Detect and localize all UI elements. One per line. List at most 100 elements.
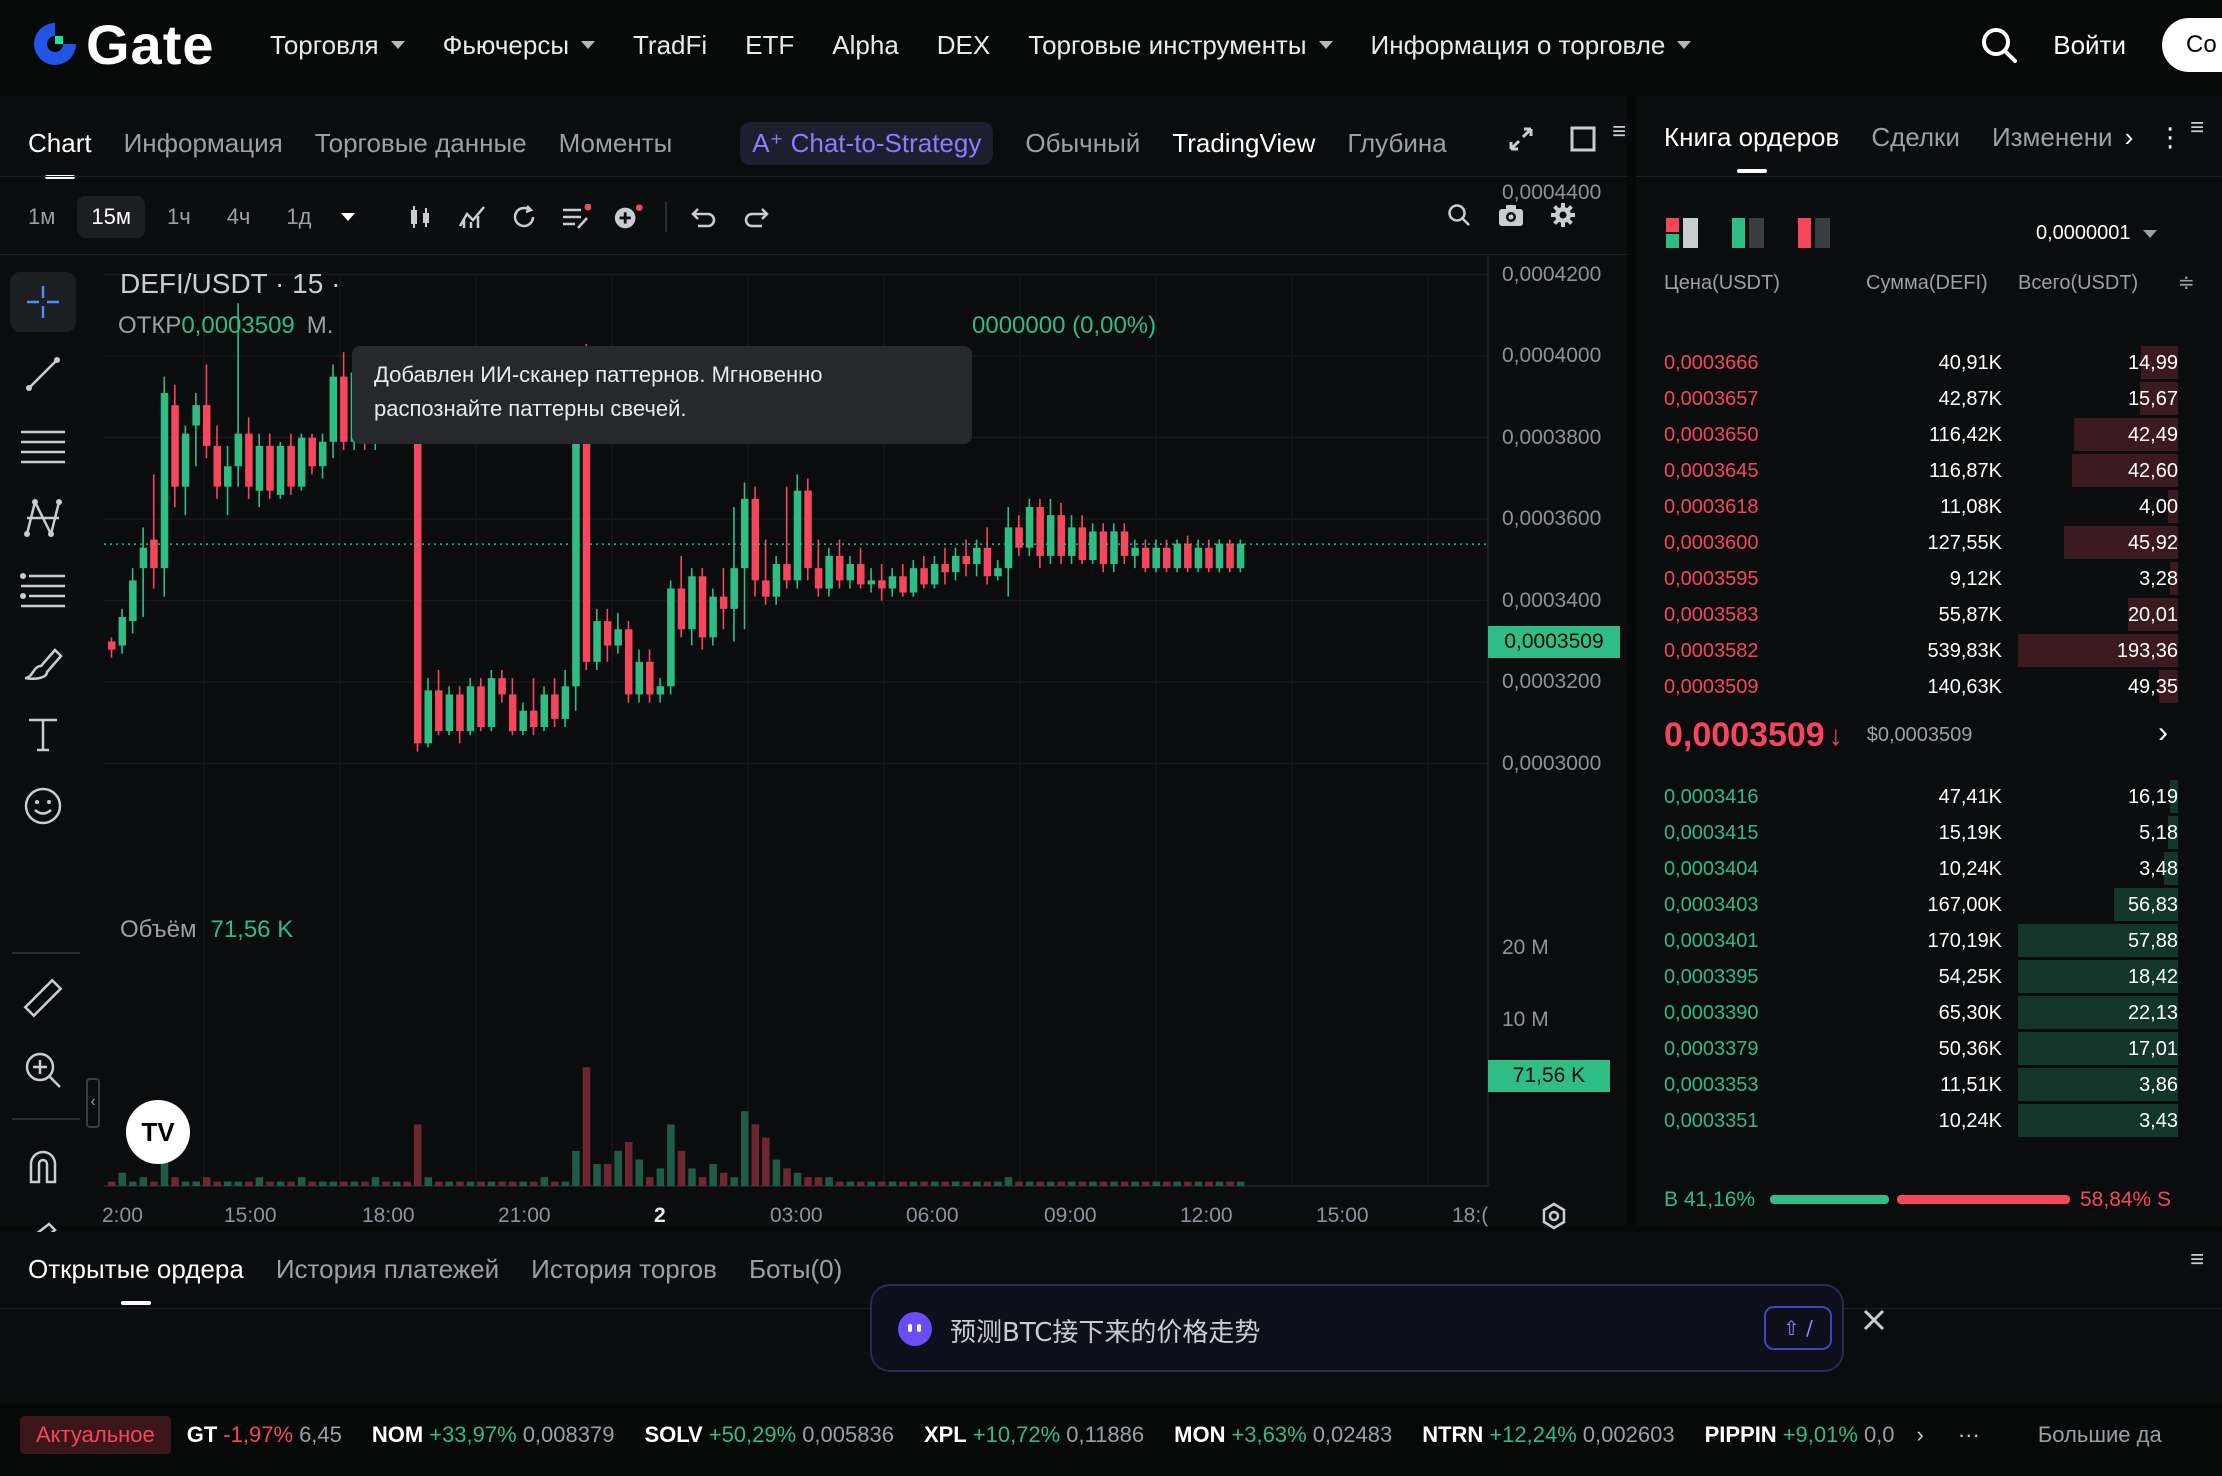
bid-row[interactable]: 0,0003390 65,30K 22,13: [1664, 996, 2178, 1030]
ask-row[interactable]: 0,0003657 42,87K 15,67: [1664, 382, 2178, 416]
ask-row[interactable]: 0,0003595 9,12K 3,28: [1664, 562, 2178, 596]
tab-moments[interactable]: Моменты: [559, 128, 673, 159]
redo-icon[interactable]: [741, 202, 771, 232]
nav-item-3[interactable]: ETF: [745, 30, 794, 61]
horizontal-lines-tool[interactable]: [10, 416, 76, 476]
ticker-more-icon[interactable]: ···: [1958, 1422, 1980, 1448]
add-indicator-icon[interactable]: [613, 202, 643, 232]
trendline-tool[interactable]: [10, 344, 76, 404]
ticker-item[interactable]: PIPPIN +9,01% 0,0: [1705, 1422, 1895, 1448]
ask-row[interactable]: 0,0003645 116,87K 42,60: [1664, 454, 2178, 488]
ticker-item[interactable]: GT -1,97% 6,45: [187, 1422, 342, 1448]
tab-orderbook[interactable]: Книга ордеров: [1664, 122, 1839, 173]
timeframe-1m[interactable]: 1м: [14, 196, 69, 238]
orderbook-menu-icon[interactable]: ≡: [2190, 114, 2204, 142]
header-sort-icon[interactable]: ≑: [2178, 270, 2195, 295]
timeframe-1h[interactable]: 1ч: [153, 196, 205, 238]
ticker-item[interactable]: SOLV +50,29% 0,005836: [644, 1422, 894, 1448]
chart-search-icon[interactable]: [1444, 200, 1474, 230]
timeframe-4h[interactable]: 4ч: [213, 196, 265, 238]
nav-item-0[interactable]: Торговля: [270, 30, 405, 61]
tradingview-logo[interactable]: TV: [126, 1100, 190, 1164]
candle-type-icon[interactable]: [405, 202, 435, 232]
ask-row[interactable]: 0,0003600 127,55K 45,92: [1664, 526, 2178, 560]
ticker-item[interactable]: XPL +10,72% 0,11886: [924, 1422, 1144, 1448]
tab-bots[interactable]: Боты(0): [749, 1254, 842, 1285]
zoom-in-tool[interactable]: [10, 1040, 76, 1100]
pattern-tool[interactable]: [10, 488, 76, 548]
undo-icon[interactable]: [689, 202, 719, 232]
gate-logo[interactable]: Gate: [30, 13, 215, 76]
ask-row[interactable]: 0,0003583 55,87K 20,01: [1664, 598, 2178, 632]
big-data-link[interactable]: Большие да: [2038, 1422, 2162, 1448]
nav-item-7[interactable]: Информация о торговле: [1371, 30, 1692, 61]
ticker-item[interactable]: NOM +33,97% 0,008379: [372, 1422, 615, 1448]
tab-trades[interactable]: Сделки: [1871, 122, 1960, 153]
fullscreen-icon[interactable]: [1570, 126, 1596, 157]
bid-row[interactable]: 0,0003353 11,51K 3,86: [1664, 1068, 2178, 1102]
tab-trade-history[interactable]: История торгов: [531, 1254, 717, 1285]
tab-info[interactable]: Информация: [124, 128, 283, 159]
ask-row[interactable]: 0,0003618 11,08K 4,00: [1664, 490, 2178, 524]
tab-open-orders[interactable]: Открытые ордера: [28, 1254, 244, 1305]
more-vert-icon[interactable]: ⋮: [2157, 122, 2183, 153]
ask-row[interactable]: 0,0003650 116,42K 42,49: [1664, 418, 2178, 452]
emoji-tool[interactable]: [10, 776, 76, 836]
view-normal[interactable]: Обычный: [1025, 128, 1140, 159]
timeframe-dropdown-icon[interactable]: [341, 208, 356, 226]
tab-payment-history[interactable]: История платежей: [276, 1254, 499, 1285]
ai-assistant-input[interactable]: 预测BTC接下来的价格走势 ⇧ /: [870, 1284, 1844, 1372]
timeframe-15m[interactable]: 15м: [77, 196, 145, 238]
expand-icon[interactable]: [1508, 126, 1534, 157]
ticker-next-icon[interactable]: ›: [1917, 1422, 1924, 1448]
nav-item-5[interactable]: DEX: [937, 30, 990, 61]
search-icon[interactable]: [1979, 25, 2019, 65]
tab-chart[interactable]: Chart: [28, 128, 92, 179]
nav-item-2[interactable]: TradFi: [633, 30, 707, 61]
ask-row[interactable]: 0,0003582 539,83K 193,36: [1664, 634, 2178, 668]
nav-item-6[interactable]: Торговые инструменты: [1028, 30, 1333, 61]
axis-settings-icon[interactable]: [1540, 1202, 1568, 1235]
crosshair-tool[interactable]: [10, 272, 76, 332]
chat-to-strategy-button[interactable]: A⁺ Chat-to-Strategy: [740, 122, 994, 165]
bid-row[interactable]: 0,0003403 167,00K 56,83: [1664, 888, 2178, 922]
ask-row[interactable]: 0,0003509 140,63K 49,35: [1664, 670, 2178, 704]
tab-changes[interactable]: Изменени: [1992, 122, 2113, 153]
view-both-icon[interactable]: [1666, 218, 1698, 253]
view-asks-icon[interactable]: [1798, 218, 1830, 253]
mid-price-chevron-icon[interactable]: ›: [2158, 716, 2168, 750]
view-tradingview[interactable]: TradingView: [1172, 128, 1315, 159]
bid-row[interactable]: 0,0003351 10,24K 3,43: [1664, 1104, 2178, 1138]
close-icon[interactable]: [1862, 1308, 1886, 1337]
ask-row[interactable]: 0,0003666 40,91K 14,99: [1664, 346, 2178, 380]
tab-trading-data[interactable]: Торговые данные: [315, 128, 527, 159]
pattern-scanner-icon[interactable]: [561, 202, 592, 232]
indicators-icon[interactable]: [457, 202, 487, 232]
tabs-next-icon[interactable]: ›: [2125, 122, 2134, 153]
text-tool[interactable]: [10, 704, 76, 764]
brush-tool[interactable]: [10, 632, 76, 692]
bid-row[interactable]: 0,0003395 54,25K 18,42: [1664, 960, 2178, 994]
precision-select[interactable]: 0,0000001: [2036, 222, 2157, 245]
bid-row[interactable]: 0,0003379 50,36K 17,01: [1664, 1032, 2178, 1066]
timeframe-1d[interactable]: 1д: [272, 196, 325, 238]
refresh-icon[interactable]: [509, 202, 539, 232]
panel-menu-icon[interactable]: ≡: [1612, 118, 1626, 146]
magnet-tool[interactable]: [10, 1136, 76, 1196]
ticker-item[interactable]: NTRN +12,24% 0,002603: [1422, 1422, 1674, 1448]
login-button[interactable]: Войти: [2053, 30, 2126, 61]
bid-row[interactable]: 0,0003404 10,24K 3,48: [1664, 852, 2178, 886]
bid-row[interactable]: 0,0003401 170,19K 57,88: [1664, 924, 2178, 958]
ruler-tool[interactable]: [10, 968, 76, 1028]
fib-tool[interactable]: [10, 560, 76, 620]
view-depth[interactable]: Глубина: [1347, 128, 1446, 159]
collapse-toolbar-button[interactable]: ‹: [86, 1078, 100, 1128]
bid-row[interactable]: 0,0003415 15,19K 5,18: [1664, 816, 2178, 850]
orders-menu-icon[interactable]: ≡: [2190, 1246, 2204, 1274]
nav-item-4[interactable]: Alpha: [832, 30, 899, 61]
signup-button[interactable]: Co: [2162, 18, 2222, 72]
view-bids-icon[interactable]: [1732, 218, 1764, 253]
bid-row[interactable]: 0,0003416 47,41K 16,19: [1664, 780, 2178, 814]
ticker-item[interactable]: MON +3,63% 0,02483: [1174, 1422, 1392, 1448]
nav-item-1[interactable]: Фьючерсы: [443, 30, 596, 61]
